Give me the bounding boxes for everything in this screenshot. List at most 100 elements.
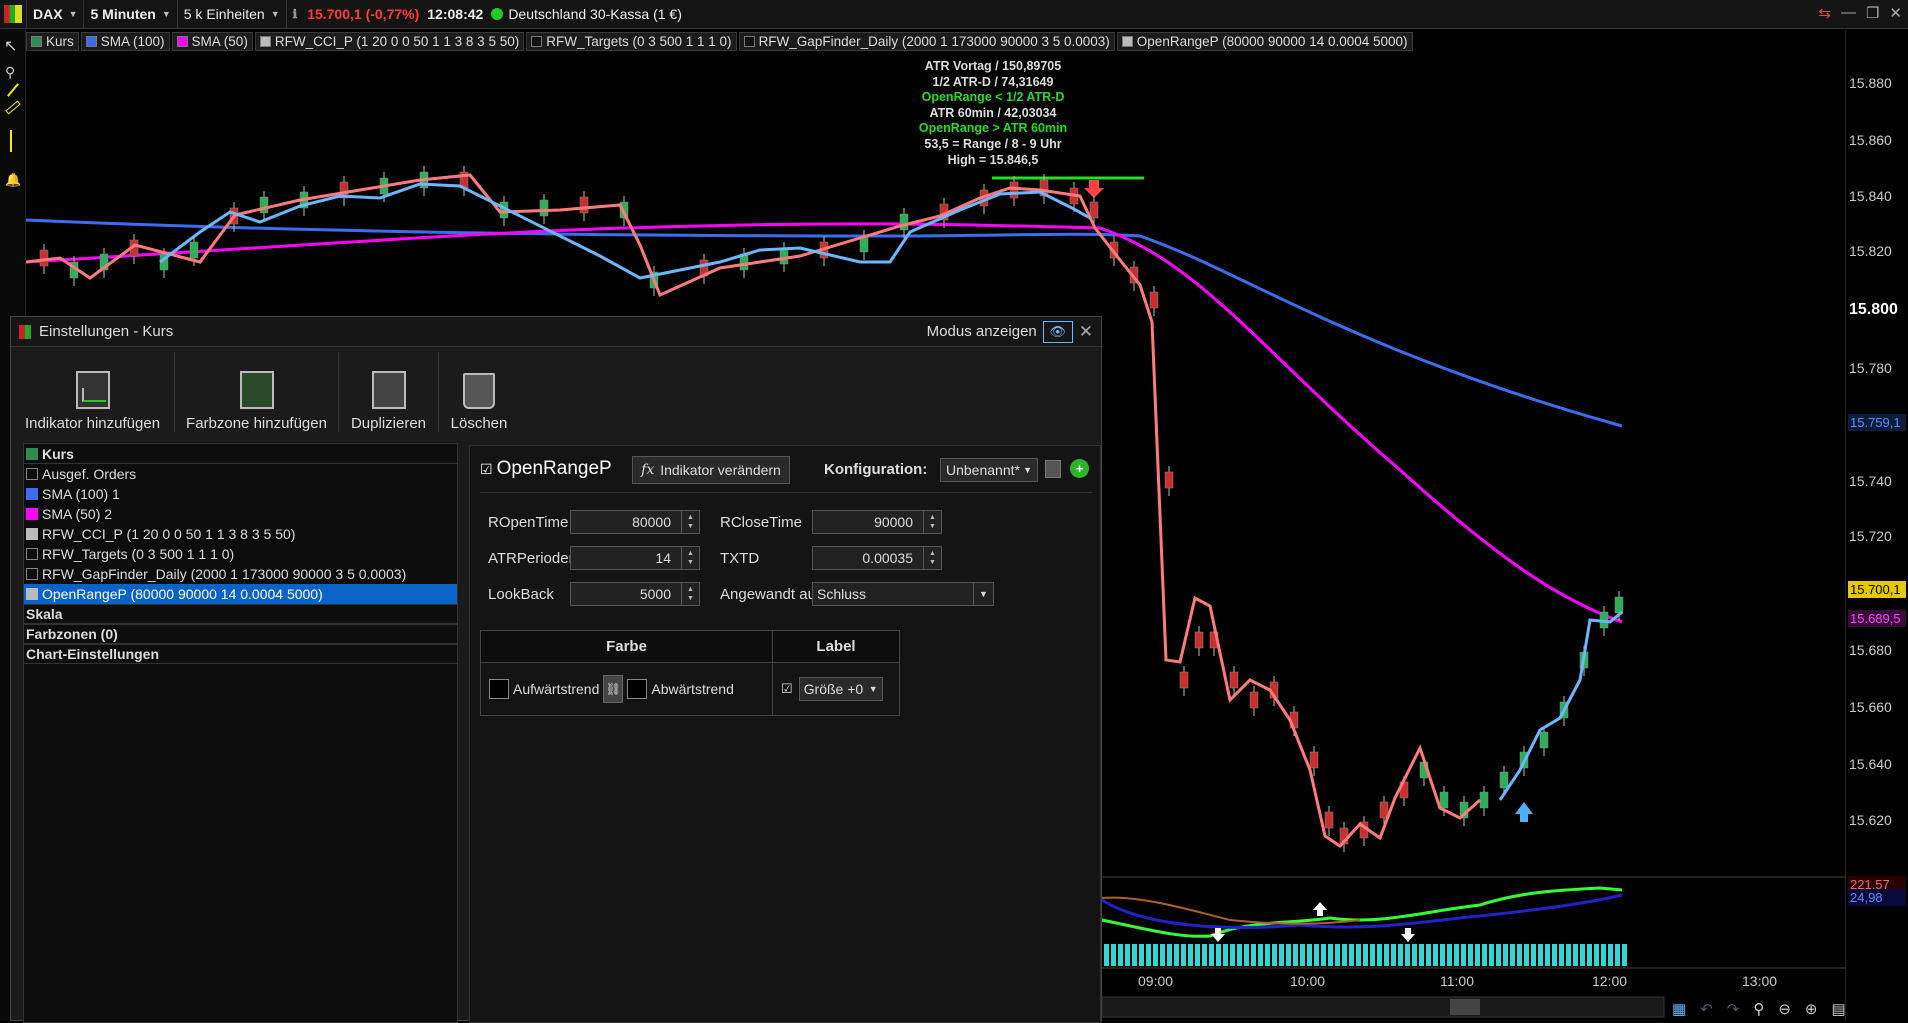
histogram-bar — [1111, 944, 1116, 966]
tree-item[interactable]: OpenRangeP (80000 90000 14 0.0004 5000) — [24, 584, 457, 604]
rclose-input[interactable]: 90000 ▲ ▼ — [812, 510, 942, 534]
interval-selector[interactable]: 5 Minuten ▼ — [84, 0, 178, 28]
indicator-enabled-checkbox[interactable]: ☑ — [480, 461, 493, 478]
txtd-input[interactable]: 0.00035 ▲ ▼ — [812, 546, 942, 570]
change-indicator-button[interactable]: 𝑓x Indikator verändern — [632, 456, 790, 484]
tree-item[interactable]: SMA (50) 2 — [24, 504, 457, 524]
spinner-icon[interactable]: ▲ ▼ — [681, 511, 699, 533]
legend-item[interactable]: Kurs — [26, 31, 79, 51]
ruler-tool-icon[interactable] — [5, 100, 21, 115]
link-colors-icon[interactable]: ⛓ — [603, 675, 624, 703]
label-enabled-checkbox[interactable]: ☑ — [781, 681, 793, 697]
legend-item[interactable]: RFW_Targets (0 3 500 1 1 1 0) — [526, 31, 737, 51]
histogram-bar — [1293, 944, 1298, 966]
tree-item[interactable]: Kurs — [24, 444, 457, 464]
tree-item[interactable]: RFW_Targets (0 3 500 1 1 1 0) — [24, 544, 457, 564]
units-selector[interactable]: 5 k Einheiten ▼ — [178, 0, 287, 28]
uptrend-label: Aufwärtstrend — [513, 681, 600, 697]
tree-item[interactable]: Ausgef. Orders — [24, 464, 457, 484]
price-axis-label: 15.660 — [1849, 699, 1892, 715]
dialog-title-bar[interactable]: Einstellungen - Kurs Modus anzeigen 👁 ✕ — [11, 317, 1101, 347]
tree-item[interactable]: RFW_CCI_P (1 20 0 0 50 1 1 3 8 3 5 50) — [24, 524, 457, 544]
duplicate-button[interactable]: Duplizieren — [339, 352, 439, 432]
redo-icon[interactable]: ↷ — [1727, 1000, 1740, 1018]
legend-item[interactable]: SMA (50) — [171, 31, 253, 51]
downtrend-color-swatch[interactable] — [627, 679, 648, 699]
histogram-bar — [1447, 944, 1452, 966]
tree-item-color-swatch — [26, 488, 38, 500]
minimize-icon[interactable]: — — [1841, 4, 1856, 22]
cursor-tool-icon[interactable]: ↖ — [4, 36, 21, 56]
delete-button[interactable]: Löschen — [439, 352, 519, 432]
legend-item[interactable]: RFW_CCI_P (1 20 0 0 50 1 1 3 8 3 5 50) — [254, 31, 525, 51]
eye-icon[interactable]: 👁 — [1042, 320, 1073, 343]
mode-label[interactable]: Modus anzeigen — [927, 323, 1037, 340]
histogram-bar — [1489, 944, 1494, 966]
candle — [539, 199, 549, 217]
spinner-icon[interactable]: ▲ ▼ — [923, 547, 941, 569]
candle — [189, 241, 199, 259]
histogram-bar — [1545, 944, 1550, 966]
save-config-icon[interactable] — [1045, 460, 1061, 478]
histogram-bar — [1503, 944, 1508, 966]
spinner-icon[interactable]: ▲ ▼ — [681, 583, 699, 605]
legend-item[interactable]: OpenRangeP (80000 90000 14 0.0004 5000) — [1116, 31, 1413, 51]
ropen-input[interactable]: 80000 ▲ ▼ — [570, 510, 700, 534]
toolbar-label: Duplizieren — [350, 415, 427, 432]
histogram-bar — [1272, 944, 1277, 966]
histogram-bar — [1167, 944, 1172, 966]
legend-swatch — [1121, 35, 1133, 47]
zoom-tool-icon[interactable]: ⚲ — [5, 64, 20, 81]
vertical-line-tool-icon[interactable] — [10, 130, 12, 152]
candle — [1249, 691, 1259, 709]
histogram-bar — [1146, 944, 1151, 966]
histogram-bar — [1566, 944, 1571, 966]
spinner-icon[interactable]: ▲ ▼ — [681, 547, 699, 569]
add-config-icon[interactable]: + — [1070, 459, 1089, 478]
tree-section[interactable]: Chart-Einstellungen — [24, 644, 457, 664]
sync-icon[interactable]: ⇆ — [1818, 4, 1831, 22]
add-indicator-button[interactable]: Indikator hinzufügen — [11, 352, 175, 432]
close-icon[interactable]: ✕ — [1079, 322, 1093, 342]
lookback-input[interactable]: 5000 ▲ ▼ — [570, 582, 700, 606]
tree-section[interactable]: Farbzonen (0) — [24, 624, 457, 644]
indicator-name: OpenRangeP — [496, 458, 612, 479]
restore-icon[interactable]: ❐ — [1866, 4, 1879, 22]
applied-select[interactable]: Schluss ▼ — [812, 582, 994, 606]
line-tool-icon[interactable] — [7, 83, 19, 97]
more-options-icon[interactable]: ▤ — [1832, 1000, 1846, 1018]
calendar-icon[interactable]: ▦ — [1672, 1000, 1686, 1018]
atr-input[interactable]: 14 ▲ ▼ — [570, 546, 700, 570]
toolbar-label: Indikator hinzufügen — [24, 415, 161, 432]
price-tag: 15.700,1 — [1848, 581, 1906, 598]
tree-section[interactable]: Skala — [24, 604, 457, 624]
alert-icon[interactable]: 🔔 — [5, 172, 21, 188]
close-window-icon[interactable]: ✕ — [1889, 4, 1902, 22]
histogram-bar — [1531, 944, 1536, 966]
histogram-bar — [1461, 944, 1466, 966]
histogram-bar — [1118, 944, 1123, 966]
zoom-fit-icon[interactable]: ⚲ — [1753, 1000, 1764, 1018]
tree-item[interactable]: RFW_GapFinder_Daily (2000 1 173000 90000… — [24, 564, 457, 584]
legend-item[interactable]: RFW_GapFinder_Daily (2000 1 173000 90000… — [738, 31, 1115, 51]
zoom-in-icon[interactable]: ⊕ — [1805, 1000, 1818, 1018]
histogram-bar — [1440, 944, 1445, 966]
histogram-bar — [1279, 944, 1284, 966]
config-select[interactable]: Unbenannt* ▼ — [940, 458, 1038, 482]
symbol-selector[interactable]: DAX ▼ — [27, 0, 85, 28]
candle — [1614, 596, 1624, 614]
legend-swatch — [531, 35, 543, 47]
uptrend-color-swatch[interactable] — [489, 679, 509, 699]
top-toolbar: DAX ▼ 5 Minuten ▼ 5 k Einheiten ▼ ℹ 15.700,… — [0, 0, 1908, 29]
annotation-line: OpenRange < 1/2 ATR-D — [921, 90, 1065, 105]
add-colorzone-button[interactable]: Farbzone hinzufügen — [175, 352, 339, 432]
price-tag: 15.759,1 — [1848, 414, 1906, 431]
spinner-icon[interactable]: ▲ ▼ — [923, 511, 941, 533]
undo-icon[interactable]: ↶ — [1700, 1000, 1713, 1018]
legend-item[interactable]: SMA (100) — [80, 31, 170, 51]
tree-item[interactable]: SMA (100) 1 — [24, 484, 457, 504]
info-icon[interactable]: ℹ — [293, 7, 298, 21]
font-size-select[interactable]: Größe +0 ▼ — [798, 677, 883, 701]
font-size-value: Größe +0 — [803, 681, 864, 697]
zoom-out-icon[interactable]: ⊖ — [1778, 1000, 1791, 1018]
